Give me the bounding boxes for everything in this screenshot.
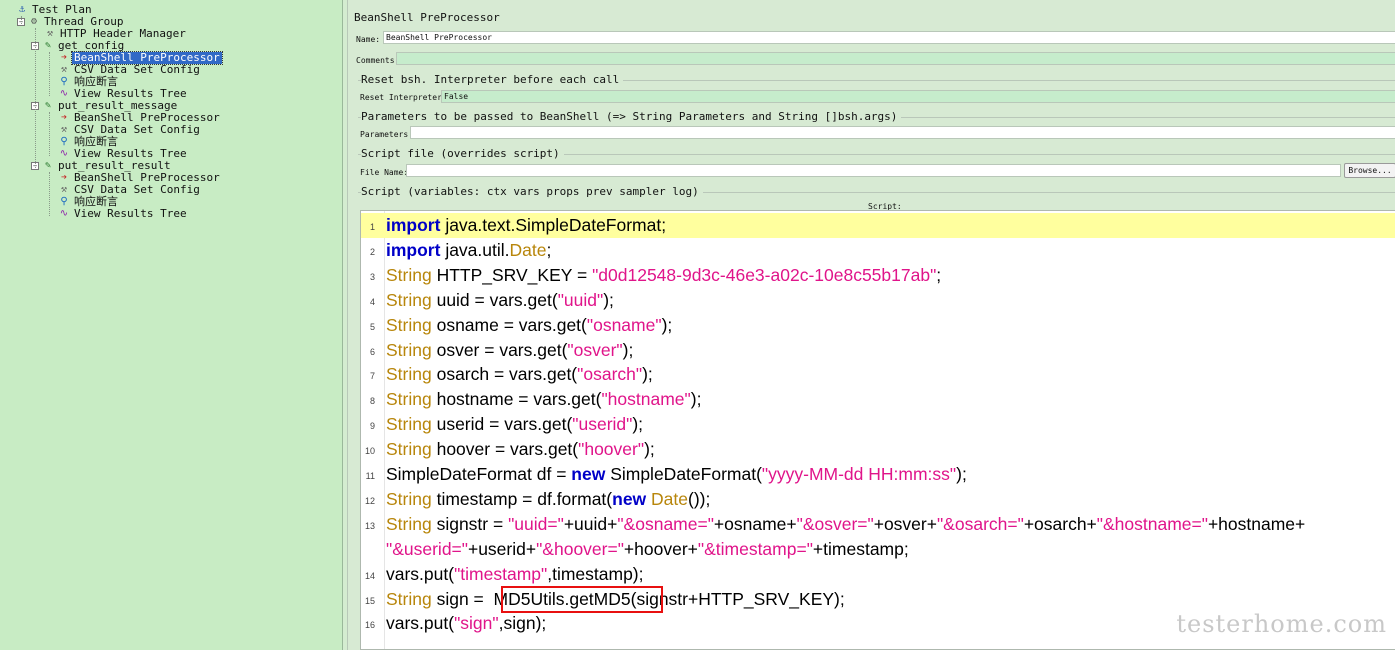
tree-item[interactable]: ∿ View Results Tree (58, 208, 189, 220)
beanshell-preprocessor-panel: BeanShell PreProcessor Name: BeanShell P… (347, 0, 1395, 650)
code-line: 13 String signstr = "uuid="+uuid+"&osname… (361, 512, 1395, 537)
code-text: import java.text.SimpleDateFormat; (386, 215, 667, 235)
code-text: String signstr = "uuid="+uuid+"&osname="… (386, 513, 1306, 534)
preprocessor-icon: ➔ (60, 52, 68, 63)
test-plan-icon: ⚓ (18, 4, 26, 15)
wrench-icon: ⚒ (60, 64, 68, 75)
name-field[interactable]: BeanShell PreProcessor (383, 31, 1395, 44)
code-text: String osver = vars.get("osver"); (386, 339, 634, 360)
code-line: "&userid="+userid+"&hoover="+hoover+"&ti… (361, 537, 1395, 562)
panel-title: BeanShell PreProcessor (354, 11, 500, 24)
parameters-label: Parameters: (360, 130, 413, 139)
params-group-title: Parameters to be passed to BeanShell (=>… (361, 110, 902, 123)
line-number: 1 (369, 222, 375, 232)
code-text: SimpleDateFormat df = new SimpleDateForm… (386, 464, 967, 484)
file-group-title: Script file (overrides script) (361, 147, 564, 160)
code-text: vars.put("timestamp",timestamp); (386, 563, 644, 584)
code-text: String osarch = vars.get("osarch"); (386, 364, 653, 385)
code-text: "&userid="+userid+"&hoover="+hoover+"&ti… (386, 538, 909, 559)
sampler-icon: ✎ (44, 160, 52, 171)
line-number: 4 (369, 296, 375, 307)
reset-interpreter-label: Reset Interpreter: (360, 93, 447, 102)
tree-connector-line (49, 52, 50, 96)
line-number: 8 (369, 396, 375, 407)
test-plan-tree: ⚓ Test Plan − ⚙ Thread Group ⚒ HTTP Header Man… (0, 0, 343, 650)
preprocessor-icon: ➔ (60, 112, 68, 123)
watermark: testerhome.com (1176, 610, 1387, 638)
browse-button[interactable]: Browse... (1344, 163, 1395, 178)
code-line: 5 String osname = vars.get("osname"); (361, 313, 1395, 338)
code-line: 12 String timestamp = df.format(new Date(… (361, 487, 1395, 512)
md5-highlight-box (501, 586, 663, 613)
line-number: 9 (369, 421, 375, 432)
code-text: String hostname = vars.get("hostname"); (386, 389, 702, 410)
sampler-icon: ✎ (44, 100, 52, 111)
line-number: 5 (369, 321, 375, 332)
tree-connector-line (35, 28, 36, 168)
code-line: 14 vars.put("timestamp",timestamp); (361, 562, 1395, 587)
line-number: 3 (369, 271, 375, 282)
line-number: 2 (369, 246, 375, 257)
code-line: 7 String osarch = vars.get("osarch"); (361, 362, 1395, 387)
script-group-title: Script (variables: ctx vars props prev s… (361, 185, 703, 198)
code-line: 9 String userid = vars.get("userid"); (361, 412, 1395, 437)
line-number: 13 (364, 520, 375, 531)
line-number: 7 (369, 371, 375, 382)
code-text: vars.put("sign",sign); (386, 613, 547, 634)
wrench-icon: ⚒ (46, 28, 54, 39)
tree-connector-line (21, 16, 22, 24)
line-number: 16 (364, 620, 375, 631)
code-line: 6 String osver = vars.get("osver"); (361, 338, 1395, 363)
code-line: 8 String hostname = vars.get("hostname"); (361, 387, 1395, 412)
code-line: 1 import java.text.SimpleDateFormat; (361, 213, 1395, 238)
line-number: 14 (364, 570, 375, 581)
wrench-icon: ⚒ (60, 184, 68, 195)
line-number: 15 (364, 595, 375, 606)
file-name-label: File Name: (360, 168, 409, 177)
graph-icon: ∿ (59, 208, 69, 219)
code-text: String userid = vars.get("userid"); (386, 414, 644, 435)
preprocessor-icon: ➔ (60, 172, 68, 183)
thread-group-icon: ⚙ (30, 16, 38, 27)
code-text: import java.util.Date; (386, 239, 552, 260)
line-number: 12 (364, 495, 375, 506)
reset-interpreter-select[interactable]: False (441, 90, 1395, 103)
file-name-field[interactable] (406, 164, 1341, 177)
code-line: 10 String hoover = vars.get("hoover"); (361, 437, 1395, 462)
code-text: String osname = vars.get("osname"); (386, 314, 673, 335)
code-line: 3 String HTTP_SRV_KEY = "d0d12548-9d3c-46… (361, 263, 1395, 288)
magnifier-icon: ⚲ (60, 196, 68, 207)
parameters-field[interactable] (410, 126, 1395, 139)
comments-label: Comments: (356, 56, 400, 65)
line-number: 11 (365, 471, 375, 481)
comments-field[interactable] (396, 52, 1395, 65)
name-label: Name: (356, 35, 381, 44)
code-text: String HTTP_SRV_KEY = "d0d12548-9d3c-46e… (386, 264, 942, 285)
code-line: 4 String uuid = vars.get("uuid"); (361, 288, 1395, 313)
line-number: 6 (369, 346, 375, 357)
sampler-icon: ✎ (44, 40, 52, 51)
tree-connector-line (49, 172, 50, 216)
code-text: String timestamp = df.format(new Date())… (386, 488, 711, 509)
code-text: String hoover = vars.get("hoover"); (386, 439, 655, 460)
tree-item-label: View Results Tree (74, 207, 187, 220)
code-line: 11 SimpleDateFormat df = new SimpleDateFo… (361, 462, 1395, 487)
reset-group-title: Reset bsh. Interpreter before each call (361, 73, 624, 86)
wrench-icon: ⚒ (60, 124, 68, 135)
script-editor[interactable]: 1 import java.text.SimpleDateFormat; 2 impo… (360, 210, 1395, 650)
magnifier-icon: ⚲ (60, 136, 68, 147)
code-line: 2 import java.util.Date; (361, 238, 1395, 263)
line-number: 10 (364, 446, 375, 457)
code-text: String uuid = vars.get("uuid"); (386, 289, 614, 310)
magnifier-icon: ⚲ (60, 76, 68, 87)
tree-connector-line (49, 112, 50, 156)
